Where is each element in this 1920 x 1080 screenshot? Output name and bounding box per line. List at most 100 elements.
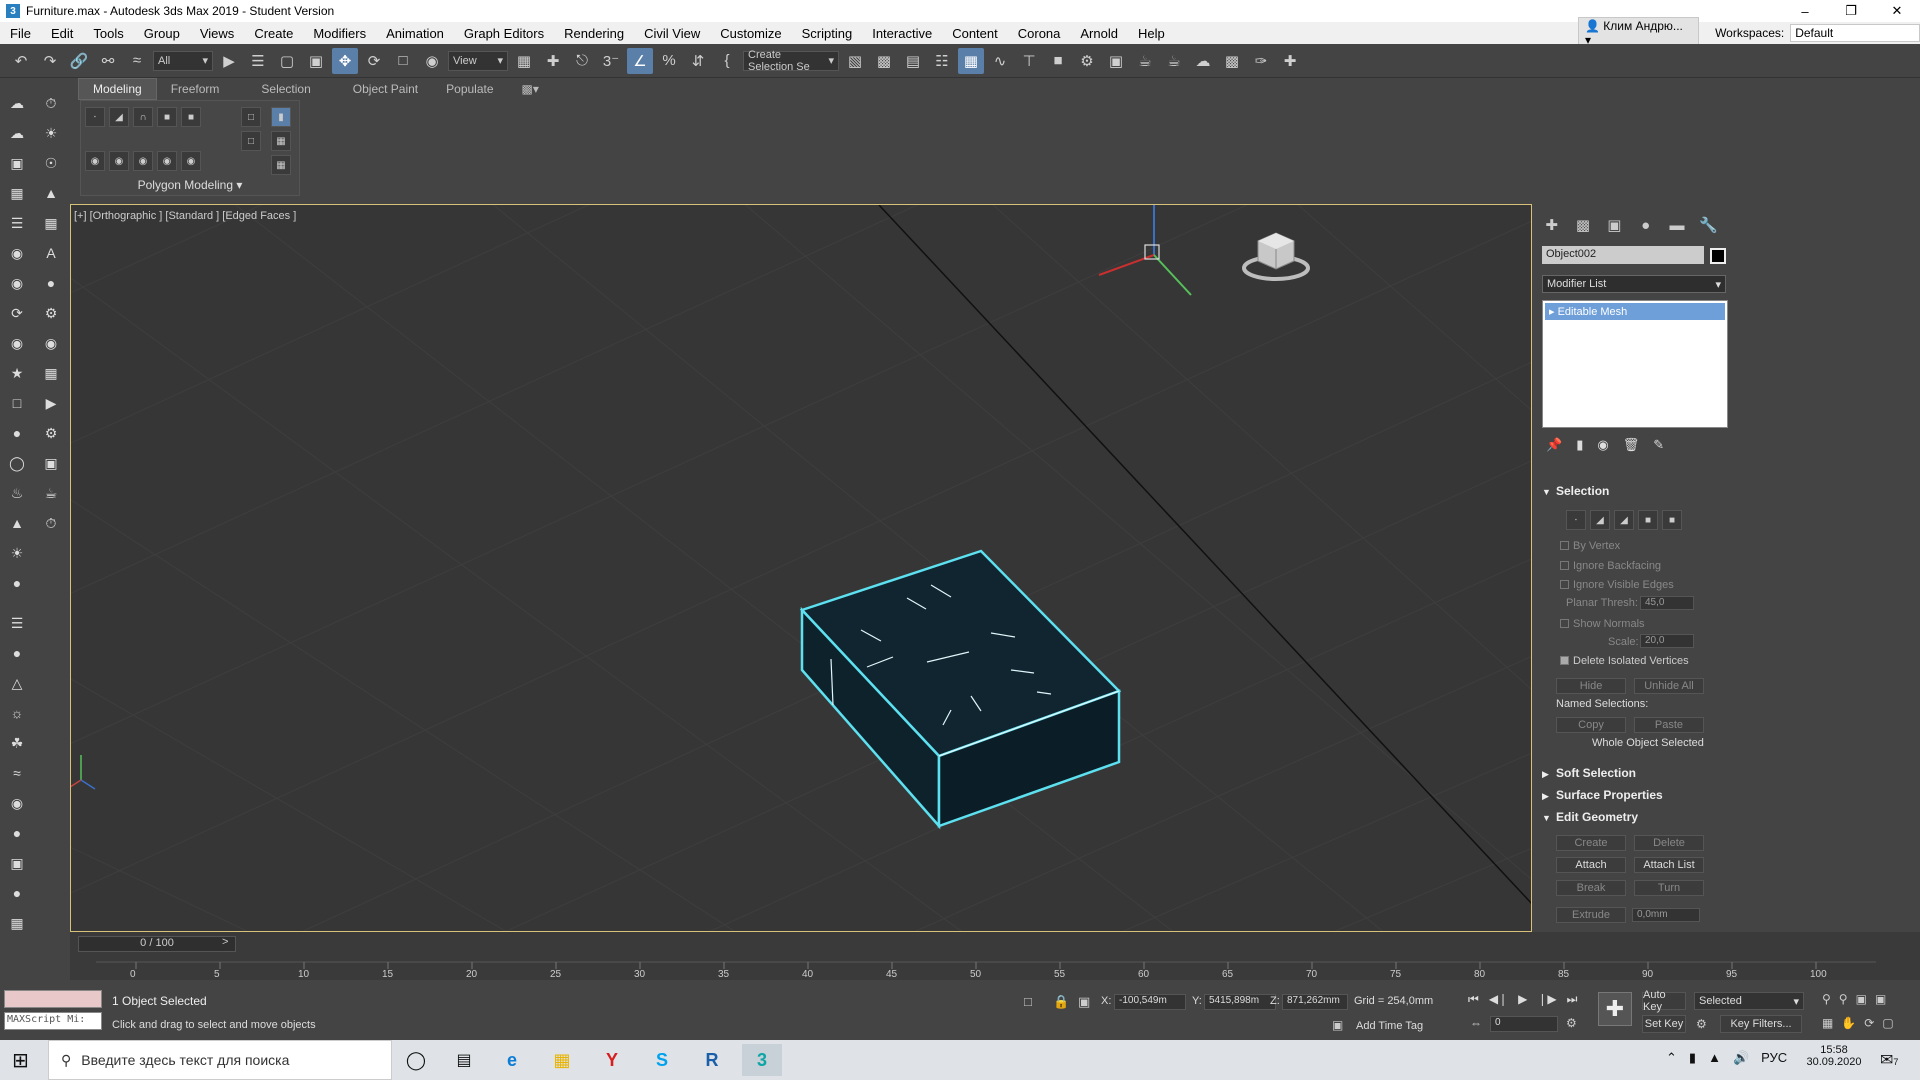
tool-r-icon[interactable]: ⏱: [40, 512, 62, 534]
undo-icon[interactable]: ↶: [8, 48, 34, 74]
render-iterative-icon[interactable]: ☕: [1161, 48, 1187, 74]
selection-lock-icon[interactable]: 🔒: [1053, 994, 1069, 1010]
select-move-icon[interactable]: ✥: [332, 47, 358, 74]
copy-button[interactable]: Copy: [1556, 717, 1626, 733]
unlink-icon[interactable]: ⚯: [95, 48, 121, 74]
list-icon[interactable]: ☰: [6, 212, 28, 234]
tool-q-icon[interactable]: ▲: [6, 512, 28, 534]
menu-interactive[interactable]: Interactive: [862, 26, 942, 41]
create-button[interactable]: Create: [1556, 835, 1626, 851]
viewport-label[interactable]: [+] [Orthographic ] [Standard ] [Edged F…: [74, 210, 296, 222]
image-icon[interactable]: ▣: [6, 152, 28, 174]
table-icon[interactable]: ▦: [40, 212, 62, 234]
menu-create[interactable]: Create: [244, 26, 303, 41]
isolate-selection-icon[interactable]: □: [1024, 994, 1032, 1009]
border-mode-icon[interactable]: ∩: [133, 107, 153, 127]
maximize-button[interactable]: ❐: [1828, 0, 1874, 22]
text-icon[interactable]: A: [40, 242, 62, 264]
motion-tab-icon[interactable]: ●: [1634, 214, 1657, 236]
modify-a-icon[interactable]: ◉: [85, 151, 105, 171]
planar-thresh-spinner[interactable]: 45,0: [1640, 596, 1694, 610]
tool-o-icon[interactable]: ♨: [6, 482, 28, 504]
x-coordinate-field[interactable]: -100,549m: [1114, 994, 1186, 1010]
taskbar-search[interactable]: ⚲ Введите здесь текст для поиска: [48, 1040, 392, 1080]
bulb-icon[interactable]: ◉: [6, 242, 28, 264]
mirror-icon[interactable]: ▧: [842, 48, 868, 74]
modifier-list-dropdown[interactable]: Modifier List ▾: [1542, 275, 1726, 293]
zoom-all-icon[interactable]: ⚲: [1839, 992, 1848, 1006]
menu-customize[interactable]: Customize: [710, 26, 791, 41]
tool-s-icon[interactable]: ☀: [6, 542, 28, 564]
scale-spinner[interactable]: 20,0: [1640, 634, 1694, 648]
rollout-surface-properties[interactable]: ▶ Surface Properties: [1542, 788, 1720, 802]
rollout-edit-geometry[interactable]: ▼ Edit Geometry: [1542, 810, 1720, 824]
material-editor-icon[interactable]: ■: [1045, 48, 1071, 74]
attach-list-button[interactable]: Attach List: [1634, 857, 1704, 873]
tool-e-icon[interactable]: ◉: [6, 332, 28, 354]
tool-n-icon[interactable]: ▣: [40, 452, 62, 474]
tool-aa-icon[interactable]: ◉: [6, 792, 28, 814]
create-tab-icon[interactable]: ✚: [1540, 214, 1563, 236]
tool-t-icon[interactable]: ●: [6, 572, 28, 594]
tab-modeling[interactable]: Modeling: [78, 78, 157, 100]
skype-icon[interactable]: S: [642, 1044, 682, 1076]
notification-icon[interactable]: ✉7: [1880, 1050, 1898, 1070]
link-icon[interactable]: 🔗: [66, 48, 92, 74]
tool-a-icon[interactable]: ◉: [6, 272, 28, 294]
sun-icon[interactable]: ☀: [40, 122, 62, 144]
clock[interactable]: 15:58 30.09.2020: [1804, 1044, 1864, 1068]
absolute-mode-icon[interactable]: ▣: [1078, 994, 1090, 1010]
polygon-icon[interactable]: ■: [1638, 510, 1658, 530]
hierarchy-tab-icon[interactable]: ▣: [1603, 214, 1626, 236]
set-key-button[interactable]: Set Key: [1642, 1015, 1686, 1033]
viewcube-icon[interactable]: [1236, 223, 1316, 285]
polygon-mode-icon[interactable]: ■: [157, 107, 177, 127]
ribbon-options-icon[interactable]: ▩▾: [508, 79, 553, 99]
ignore-backfacing-checkbox[interactable]: Ignore Backfacing: [1560, 560, 1661, 572]
menu-civil-view[interactable]: Civil View: [634, 26, 710, 41]
tool-y-icon[interactable]: ☘: [6, 732, 28, 754]
transform-gizmo[interactable]: [1081, 205, 1231, 315]
attach-button[interactable]: Attach: [1556, 857, 1626, 873]
tool-g-icon[interactable]: ★: [6, 362, 28, 384]
tool-ac-icon[interactable]: ▣: [6, 852, 28, 874]
ribbon-side-b-icon[interactable]: □: [241, 131, 261, 151]
revit-icon[interactable]: R: [692, 1044, 732, 1076]
modify-b-icon[interactable]: ◉: [109, 151, 129, 171]
polygon-modeling-dropdown[interactable]: Polygon Modeling ▾: [80, 178, 300, 196]
paste-button[interactable]: Paste: [1634, 717, 1704, 733]
spinner-snap-icon[interactable]: ⇵: [685, 48, 711, 74]
edge-mode-icon[interactable]: ◢: [109, 107, 129, 127]
maxscript-listener[interactable]: [4, 990, 102, 1008]
element-mode-icon[interactable]: ■: [181, 107, 201, 127]
select-place-icon[interactable]: ◉: [419, 48, 445, 74]
select-scale-icon[interactable]: □: [390, 48, 416, 74]
hide-button[interactable]: Hide: [1556, 678, 1626, 694]
menu-help[interactable]: Help: [1128, 26, 1175, 41]
yandex-browser-icon[interactable]: Y: [592, 1044, 632, 1076]
render-cloud-icon[interactable]: ☁: [1190, 48, 1216, 74]
workspaces-dropdown[interactable]: Default: [1790, 24, 1920, 42]
tool-k-icon[interactable]: ●: [6, 422, 28, 444]
rollout-selection[interactable]: ▼ Selection: [1542, 484, 1720, 498]
tool-l-icon[interactable]: ⚙: [40, 422, 62, 444]
close-button[interactable]: ✕: [1874, 0, 1920, 22]
task-view-icon[interactable]: ▤: [444, 1044, 484, 1076]
file-explorer-icon[interactable]: ▦: [542, 1044, 582, 1076]
create-geometry-icon[interactable]: ☁: [6, 92, 28, 114]
fov-icon[interactable]: ▦: [1822, 1016, 1833, 1030]
delete-button[interactable]: Delete: [1634, 835, 1704, 851]
tool-w-icon[interactable]: △: [6, 672, 28, 694]
render-production-icon[interactable]: ☕: [1132, 48, 1158, 74]
tab-selection[interactable]: Selection: [247, 79, 324, 99]
stack-item-editable-mesh[interactable]: ▸ Editable Mesh: [1545, 303, 1725, 320]
auto-key-button[interactable]: Auto Key: [1642, 989, 1686, 1013]
tab-freeform[interactable]: Freeform: [157, 79, 234, 99]
curve-editor-icon[interactable]: ∿: [987, 48, 1013, 74]
vertex-mode-icon[interactable]: ⋅: [85, 107, 105, 127]
object-color-swatch[interactable]: [1710, 248, 1726, 264]
tool-c-icon[interactable]: ⟳: [6, 302, 28, 324]
menu-tools[interactable]: Tools: [83, 26, 133, 41]
menu-file[interactable]: File: [0, 26, 41, 41]
select-by-name-icon[interactable]: ☰: [245, 48, 271, 74]
